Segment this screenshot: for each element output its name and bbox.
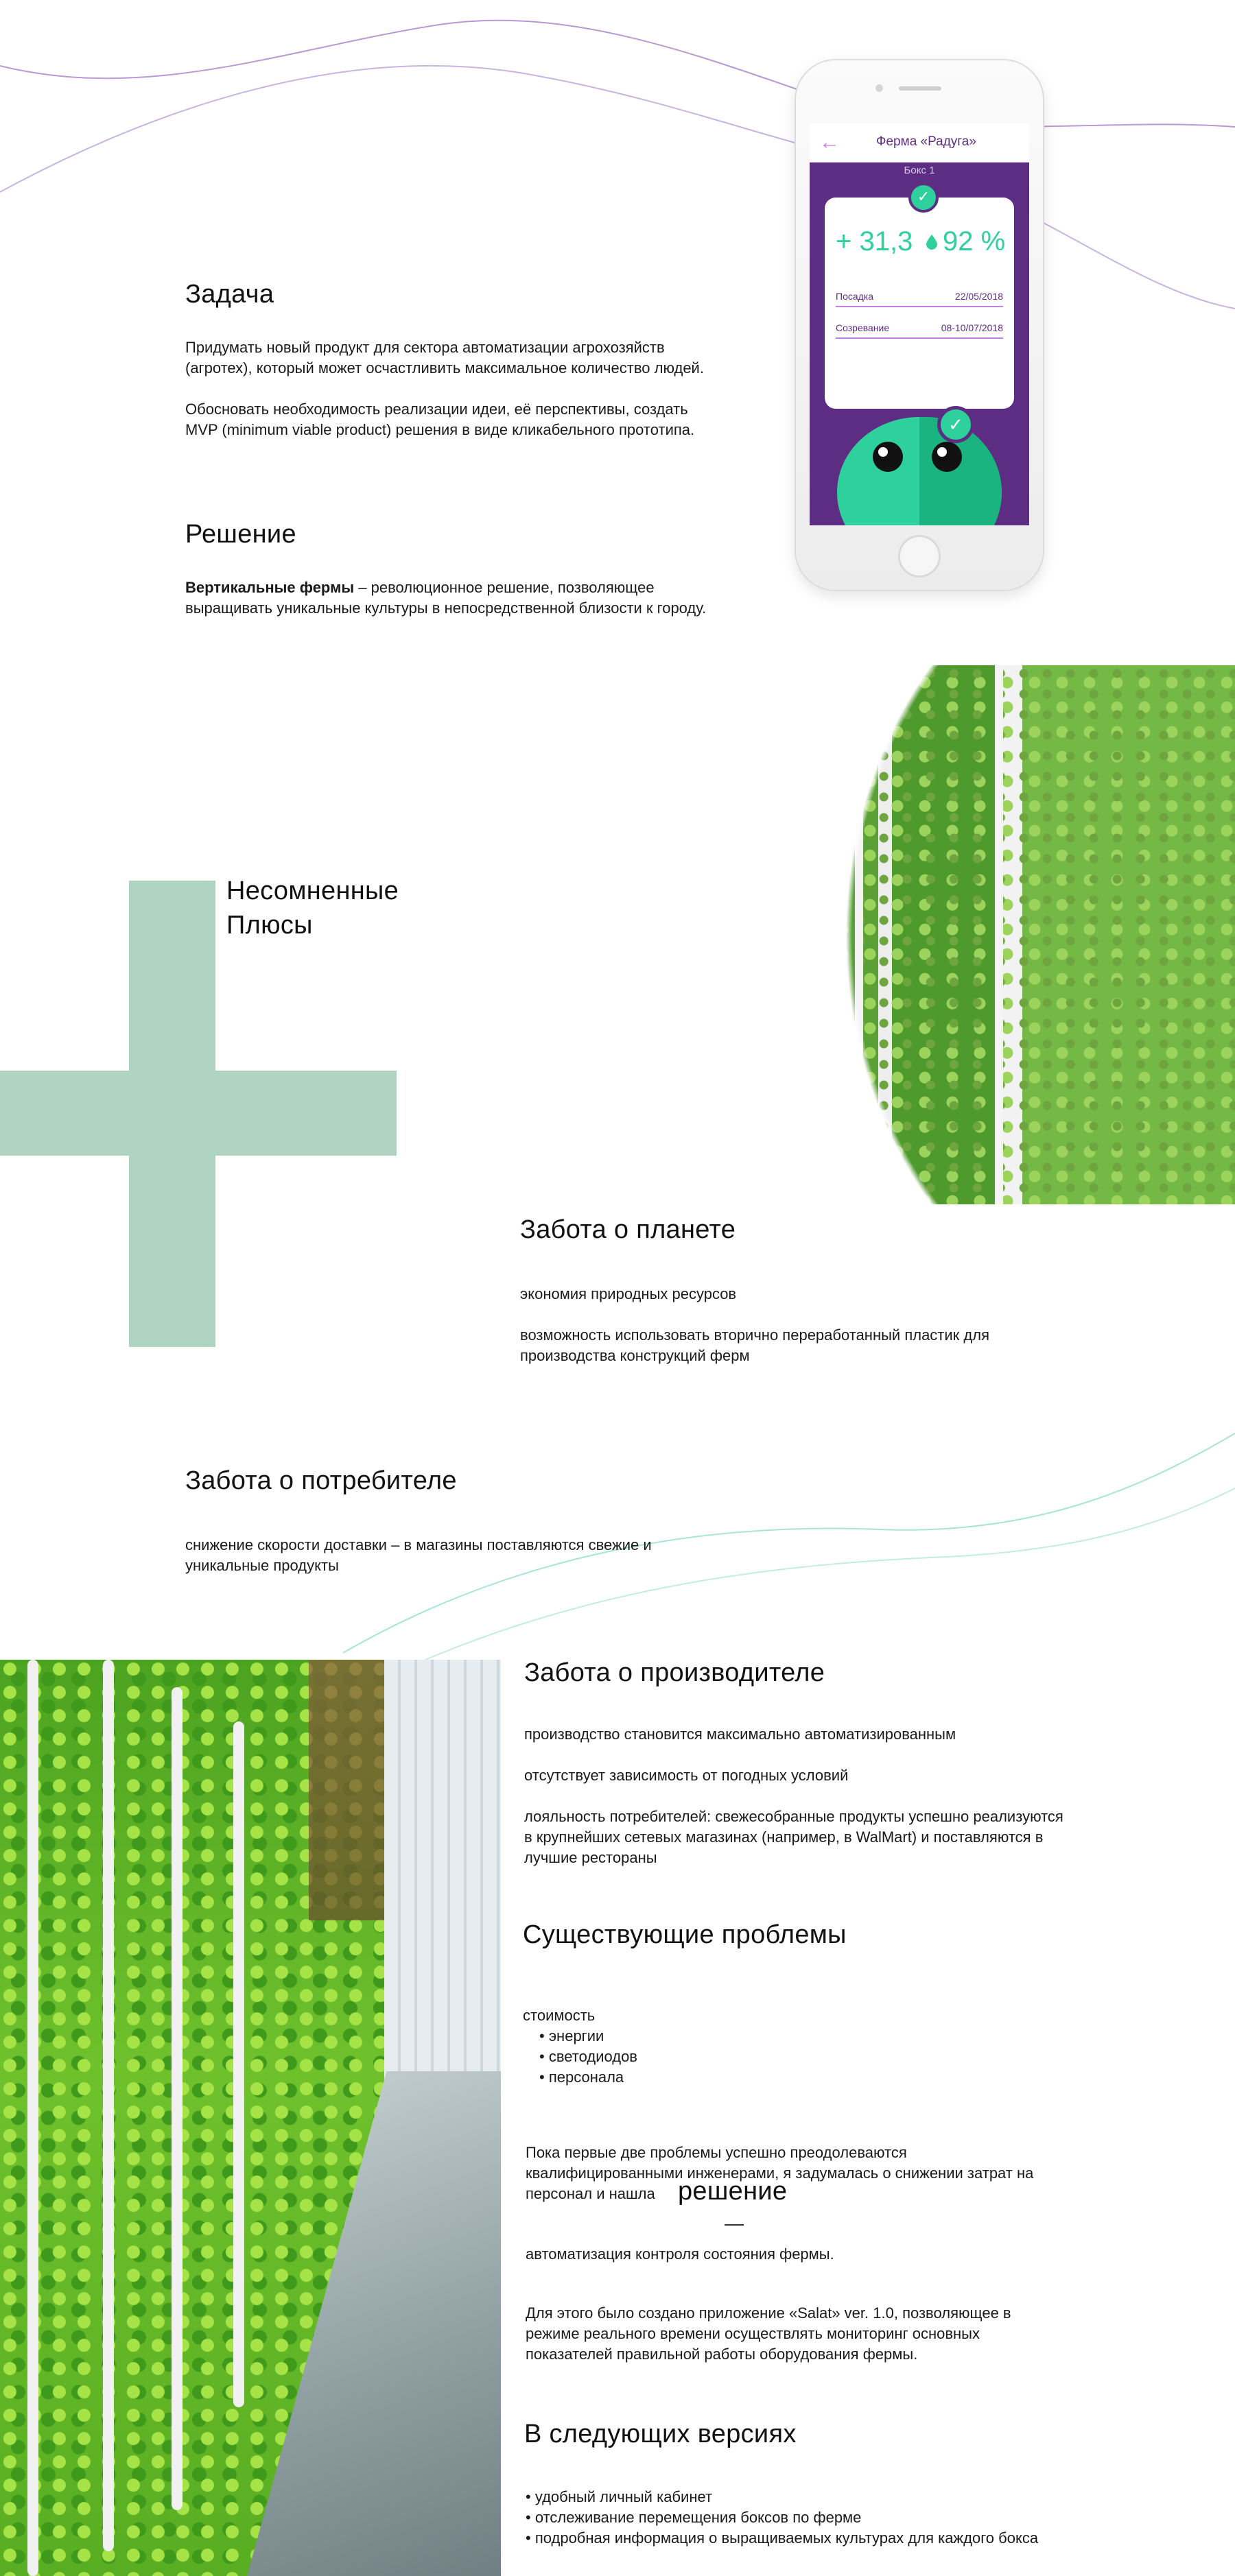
task-heading: Задача [185, 280, 274, 309]
temperature-value: + 31,3 [836, 226, 913, 257]
cost-label: стоимость [523, 2007, 596, 2024]
vertical-farm-photo [714, 665, 1235, 1204]
consumer-text: снижение скорости доставки – в магазины … [185, 1536, 652, 1574]
phone-home-button [898, 535, 941, 577]
mascot-eye-left [873, 442, 903, 472]
problems-paragraph-3: Для этого было создано приложение «Salat… [526, 2304, 1011, 2363]
green-wave-lines [342, 1433, 1235, 1660]
lettuce-wall-photo [0, 1660, 501, 2576]
planet-list: экономия природных ресурсов возможность … [520, 1284, 1083, 1366]
problems-heading: Существующие проблемы [523, 1920, 847, 1949]
box-status-card[interactable]: + 31,3 92 % Посадка 22/05/2018 Созревани… [825, 198, 1014, 409]
consumer-heading: Забота о потребителе [185, 1466, 457, 1495]
mascot-check-icon: ✓ [937, 406, 974, 443]
task-text: Придумать новый продукт для сектора авто… [185, 337, 720, 440]
back-arrow-icon[interactable]: ← [818, 132, 841, 154]
problems-paragraph-1: Пока первые две проблемы успешно преодол… [526, 2144, 1034, 2202]
producer-item-1: производство становится максимально авто… [524, 1726, 956, 1743]
pluses-line-1: Несомненные [226, 876, 399, 905]
producer-item-3: лояльность потребителей: свежесобранные … [524, 1808, 1063, 1866]
task-paragraph-1: Придумать новый продукт для сектора авто… [185, 339, 704, 377]
cost-list: стоимость энергии светодиодов персонала [523, 2005, 866, 2088]
app-header: ← Ферма «Радуга» [810, 123, 1029, 163]
phone-screen: ← Ферма «Радуга» Бокс 1 + 31,3 92 % Поса… [810, 123, 1029, 525]
phone-mockup: ← Ферма «Радуга» Бокс 1 + 31,3 92 % Поса… [796, 60, 1043, 590]
next-item-2: отслеживание перемещения боксов по ферме [526, 2507, 1068, 2528]
next-versions-heading: В следующих версиях [524, 2420, 797, 2448]
cost-item-3: персонала [539, 2067, 866, 2088]
planting-row: Посадка 22/05/2018 [836, 291, 1003, 307]
app-title: Ферма «Радуга» [876, 134, 976, 149]
mascot-eye-right [932, 442, 962, 472]
next-item-1: удобный личный кабинет [526, 2487, 1068, 2507]
phone-camera [875, 84, 883, 92]
producer-heading: Забота о производителе [524, 1658, 825, 1687]
water-drop-icon [926, 235, 937, 250]
planting-date: 22/05/2018 [954, 291, 1003, 302]
phone-speaker [899, 86, 941, 91]
plus-sign-horizontal [0, 1071, 397, 1156]
pluses-heading: Несомненные Плюсы [226, 874, 399, 942]
ripening-date: 08-10/07/2018 [941, 322, 1003, 333]
solution-heading: Решение [185, 520, 296, 549]
planet-heading: Забота о планете [520, 1215, 736, 1244]
problems-paragraph-2: автоматизация контроля состояния фермы. [526, 2245, 834, 2263]
producer-list: производство становится максимально авто… [524, 1724, 1073, 1868]
next-versions-list: удобный личный кабинет отслеживание пере… [526, 2487, 1068, 2549]
box-label: Бокс 1 [904, 165, 935, 176]
cost-item-1: энергии [539, 2026, 866, 2047]
ripening-row: Созревание 08-10/07/2018 [836, 322, 1003, 339]
humidity-value: 92 % [943, 226, 1006, 257]
plant-mascot [837, 417, 1002, 525]
cost-item-2: светодиодов [539, 2047, 866, 2067]
solution-bold: Вертикальные фермы [185, 579, 355, 596]
solution-text: Вертикальные фермы – революционное решен… [185, 577, 720, 619]
solution-dash: — [725, 2213, 744, 2234]
pluses-line-2: Плюсы [226, 911, 313, 940]
purple-wave-lines [0, 19, 1235, 309]
solution-word: решение [678, 2177, 788, 2206]
check-icon: ✓ [908, 182, 939, 213]
cost-items: энергии светодиодов персонала [523, 2026, 866, 2088]
planting-label: Посадка [836, 291, 874, 302]
next-item-3: подробная информация о выращиваемых куль… [526, 2528, 1068, 2549]
producer-item-2: отсутствует зависимость от погодных усло… [524, 1767, 849, 1784]
planet-item-1: экономия природных ресурсов [520, 1285, 737, 1302]
ripening-label: Созревание [836, 322, 890, 333]
task-paragraph-2: Обосновать необходимость реализации идеи… [185, 401, 695, 438]
planet-item-2: возможность использовать вторично перера… [520, 1326, 989, 1364]
